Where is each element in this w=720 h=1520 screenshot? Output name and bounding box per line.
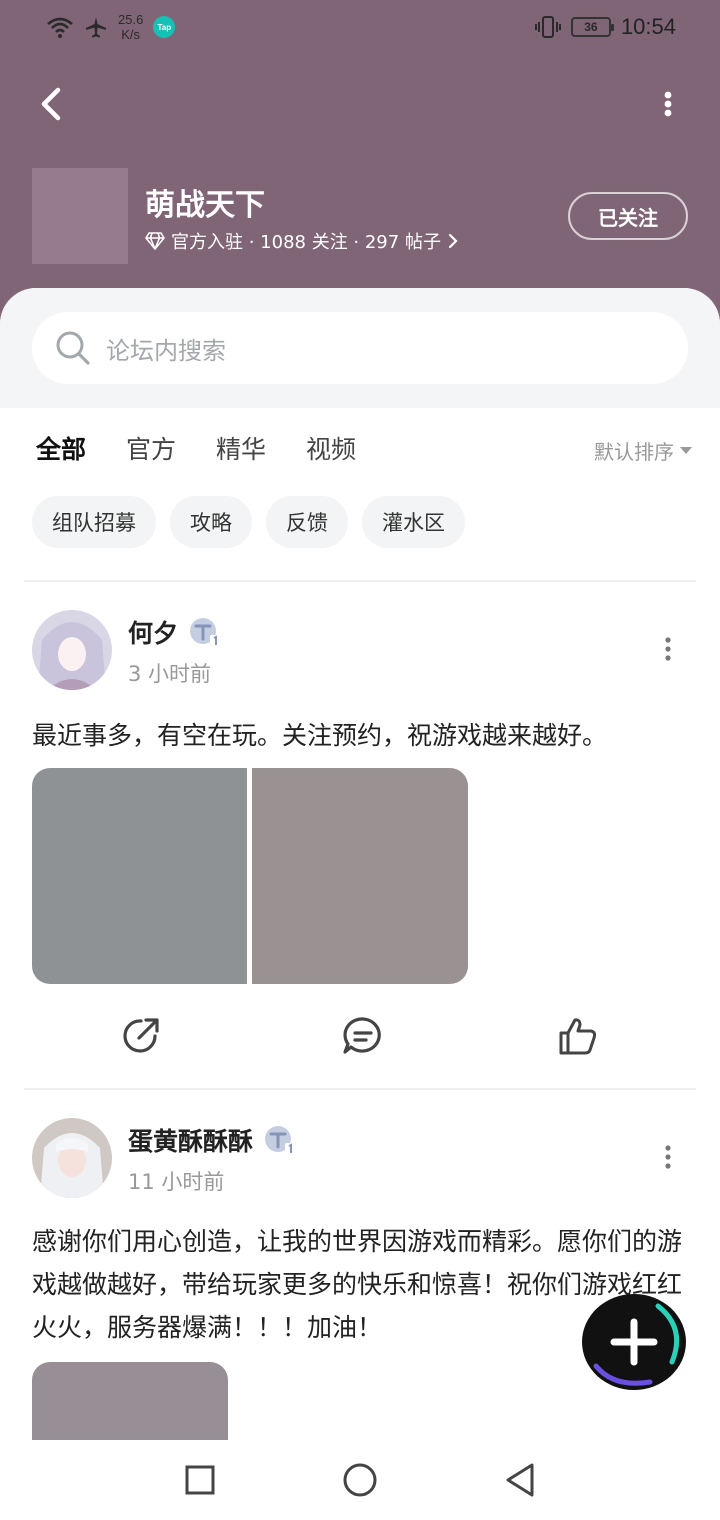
chevron-right-icon [448,233,458,249]
tab-official[interactable]: 官方 [126,430,176,466]
avatar[interactable] [32,1118,112,1198]
tab-all[interactable]: 全部 [36,430,87,466]
comment-icon[interactable] [341,1014,385,1058]
like-icon[interactable] [556,1014,600,1058]
author-name: 蛋黄酥酥酥 [128,1127,254,1156]
clock: 10:54 [620,14,676,39]
create-post-button[interactable] [580,1292,688,1392]
tab-video[interactable]: 视频 [306,430,356,466]
wifi-icon [47,17,73,38]
airplane-mode-icon [86,17,106,38]
battery-indicator: 36 [570,17,614,37]
chip-guides[interactable]: 攻略 [170,496,252,548]
forum-meta[interactable]: 官方入驻 · 1088 关注 · 297 帖子 [145,228,459,254]
divider [24,1088,696,1090]
user-badge-icon [265,1126,296,1155]
chip-team-recruit[interactable]: 组队招募 [32,496,156,548]
search-icon [56,331,90,365]
forum-avatar[interactable] [32,168,128,264]
network-speed: 25.6 K/s [118,12,143,42]
network-speed-value: 25.6 [118,12,144,27]
recent-apps-icon[interactable] [178,1458,222,1502]
system-navigation-bar [0,1440,720,1520]
chip-feedback[interactable]: 反馈 [266,496,348,548]
diamond-icon [145,232,165,250]
forum-title: 萌战天下 [145,188,265,223]
tab-featured[interactable]: 精华 [216,430,266,466]
post-author[interactable]: 何夕 [128,614,222,650]
vibrate-icon [534,16,561,38]
back-nav-icon[interactable] [498,1458,542,1502]
user-badge-icon [190,618,221,647]
chip-chat[interactable]: 灌水区 [362,496,465,548]
post-timestamp: 3 小时前 [128,662,212,686]
status-bar: 25.6 K/s Tap 36 10:54 [0,0,720,58]
tap-app-icon: Tap [153,16,176,38]
search-area: 论坛内搜索 [0,288,720,408]
search-placeholder: 论坛内搜索 [106,336,226,365]
forum-meta-text: 官方入驻 · 1088 关注 · 297 帖子 [171,232,441,253]
post-content[interactable]: 最近事多，有空在玩。关注预约，祝游戏越来越好。 [32,714,692,757]
post-author[interactable]: 蛋黄酥酥酥 [128,1122,297,1158]
divider [24,580,696,582]
caret-down-icon [680,447,692,454]
sort-label: 默认排序 [594,440,674,464]
post-image[interactable] [32,768,247,984]
search-input[interactable]: 论坛内搜索 [32,312,688,384]
author-name: 何夕 [128,619,179,648]
category-tabs: 全部 官方 精华 视频 [36,430,356,466]
network-speed-unit: K/s [121,27,141,42]
share-icon[interactable] [119,1014,163,1058]
back-button[interactable] [30,82,74,126]
post-more-icon[interactable] [653,1142,683,1172]
more-options-icon[interactable] [648,84,688,124]
sort-dropdown[interactable]: 默认排序 [594,436,692,465]
avatar[interactable] [32,610,112,690]
home-icon[interactable] [338,1458,382,1502]
following-button[interactable]: 已关注 [568,192,688,240]
post-timestamp: 11 小时前 [128,1170,225,1194]
topic-chips: 组队招募 攻略 反馈 灌水区 [32,496,465,548]
post-more-icon[interactable] [653,634,683,664]
post-image[interactable] [252,768,468,984]
